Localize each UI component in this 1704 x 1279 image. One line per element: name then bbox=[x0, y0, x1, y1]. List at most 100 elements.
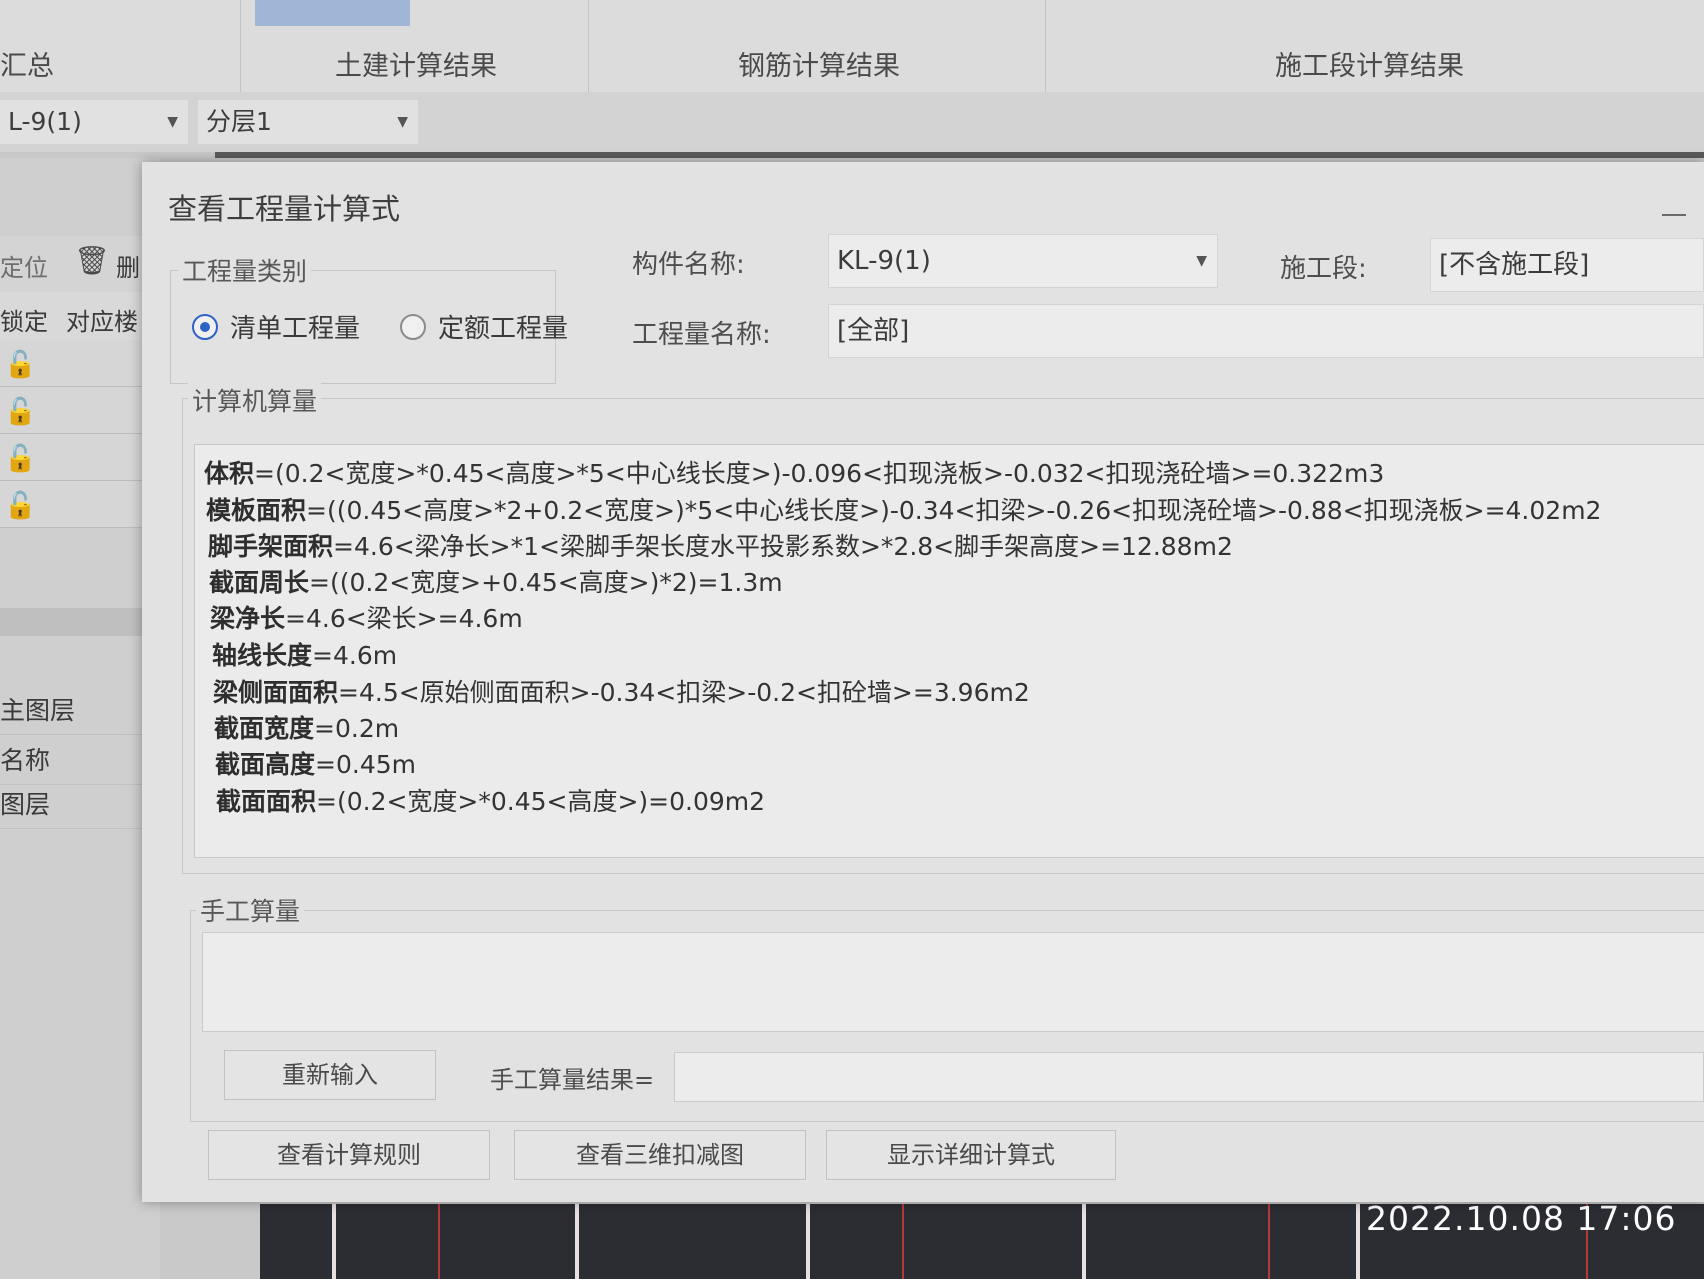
construction-section-label: 施工段: bbox=[1280, 254, 1367, 284]
formula-name: 截面周长 bbox=[209, 568, 310, 597]
axis-line bbox=[438, 1204, 440, 1279]
tab-rebar-results[interactable]: 钢筋计算结果 bbox=[738, 44, 900, 83]
formula-line: 轴线长度=4.6m bbox=[212, 636, 397, 672]
formula-name: 脚手架面积 bbox=[208, 532, 334, 561]
manual-result-label: 手工算量结果= bbox=[490, 1066, 655, 1094]
tab-divider bbox=[1045, 0, 1046, 92]
radio-selected-icon bbox=[192, 313, 218, 340]
formula-name: 截面面积 bbox=[216, 787, 317, 816]
quantity-formula-dialog: 查看工程量计算式 工程量类别 清单工程量 定额工程量 构件名称: KL-9(1)… bbox=[142, 162, 1704, 1202]
formula-name: 轴线长度 bbox=[212, 641, 313, 670]
radio-label: 定额工程量 bbox=[438, 314, 569, 344]
view-3d-deduction-button[interactable]: 查看三维扣减图 bbox=[514, 1130, 806, 1180]
axis-line bbox=[332, 1204, 336, 1279]
formula-expr: =4.5<原始侧面面积>-0.34<扣梁>-0.2<扣砼墙>=3.96m2 bbox=[338, 678, 1030, 707]
radio-label: 清单工程量 bbox=[230, 314, 361, 344]
dialog-title: 查看工程量计算式 bbox=[168, 192, 401, 226]
divider bbox=[215, 152, 1704, 158]
chevron-down-icon: ▼ bbox=[167, 114, 178, 130]
formula-name: 梁净长 bbox=[210, 604, 286, 633]
formula-expr: =4.6<梁净长>*1<梁脚手架长度水平投影系数>*2.8<脚手架高度>=12.… bbox=[333, 532, 1233, 561]
chevron-down-icon: ▼ bbox=[397, 114, 408, 130]
formula-line: 截面高度=0.45m bbox=[215, 745, 416, 781]
lock-icon[interactable]: 🔓 bbox=[4, 491, 36, 521]
construction-section-select[interactable]: [不含施工段] bbox=[1430, 238, 1704, 292]
component-name-value: KL-9(1) bbox=[837, 246, 931, 276]
lock-icon[interactable]: 🔓 bbox=[4, 350, 36, 380]
quantity-name-select[interactable]: [全部] bbox=[828, 304, 1704, 358]
tab-civil-results[interactable]: 土建计算结果 bbox=[335, 44, 497, 83]
component-name-label: 构件名称: bbox=[632, 250, 745, 280]
component-dropdown-value: L-9(1) bbox=[8, 107, 82, 136]
formula-name: 截面高度 bbox=[215, 750, 316, 779]
formula-name: 模板面积 bbox=[206, 496, 307, 525]
property-layer[interactable]: 图层 bbox=[0, 782, 160, 829]
table-row[interactable]: 🔓 bbox=[0, 340, 160, 387]
column-lock: 锁定 bbox=[0, 308, 48, 336]
quantity-name-value: [全部] bbox=[837, 316, 910, 346]
construction-section-value: [不含施工段] bbox=[1439, 250, 1590, 280]
column-floor: 对应楼 bbox=[66, 308, 138, 336]
computer-calc-label: 计算机算量 bbox=[188, 382, 322, 418]
formula-line: 模板面积=((0.45<高度>*2+0.2<宽度>)*5<中心线长度>)-0.3… bbox=[206, 491, 1601, 527]
show-detail-formula-button[interactable]: 显示详细计算式 bbox=[826, 1130, 1116, 1180]
photo-timestamp: 2022.10.08 17:06 bbox=[1366, 1199, 1677, 1238]
panel-divider bbox=[0, 608, 160, 636]
formula-line: 截面面积=(0.2<宽度>*0.45<高度>)=0.09m2 bbox=[216, 782, 765, 818]
property-name[interactable]: 名称 bbox=[0, 738, 160, 785]
axis-line bbox=[1082, 1204, 1086, 1279]
component-dropdown[interactable]: L-9(1) ▼ bbox=[0, 100, 188, 144]
formula-line: 梁侧面面积=4.5<原始侧面面积>-0.34<扣梁>-0.2<扣砼墙>=3.96… bbox=[213, 673, 1030, 709]
left-panel: 定位 🗑 删 锁定 对应楼 🔓 🔓 🔓 🔓 主图层 名称 图层 bbox=[0, 158, 160, 1279]
axis-line bbox=[1268, 1204, 1270, 1279]
active-tab-indicator bbox=[255, 0, 410, 26]
formula-line: 体积=(0.2<宽度>*0.45<高度>*5<中心线长度>)-0.096<扣现浇… bbox=[204, 454, 1384, 490]
lock-icon[interactable]: 🔓 bbox=[4, 397, 36, 427]
trash-icon[interactable]: 🗑 bbox=[74, 244, 110, 277]
tab-section-results[interactable]: 施工段计算结果 bbox=[1275, 44, 1464, 83]
locate-button[interactable]: 定位 bbox=[0, 248, 48, 283]
reinput-button[interactable]: 重新输入 bbox=[224, 1050, 436, 1100]
property-main-layer[interactable]: 主图层 bbox=[0, 688, 160, 735]
formula-expr: =((0.2<宽度>+0.45<高度>)*2)=1.3m bbox=[309, 568, 783, 597]
radio-quota-quantity[interactable]: 定额工程量 bbox=[400, 308, 568, 345]
formula-expr: =0.2m bbox=[314, 714, 400, 743]
table-row[interactable]: 🔓 bbox=[0, 481, 160, 528]
component-name-select[interactable]: KL-9(1) ▼ bbox=[828, 234, 1218, 288]
minimize-icon[interactable] bbox=[1662, 214, 1686, 216]
manual-calc-input[interactable] bbox=[202, 932, 1704, 1032]
tab-divider bbox=[240, 0, 241, 92]
formula-name: 截面宽度 bbox=[214, 714, 315, 743]
axis-line bbox=[902, 1204, 904, 1279]
formula-expr: =(0.2<宽度>*0.45<高度>*5<中心线长度>)-0.096<扣现浇板>… bbox=[254, 459, 1385, 488]
formula-expr: =(0.2<宽度>*0.45<高度>)=0.09m2 bbox=[316, 787, 766, 816]
tab-summary[interactable]: 汇总 bbox=[0, 44, 54, 83]
view-rules-button[interactable]: 查看计算规则 bbox=[208, 1130, 490, 1180]
chevron-down-icon: ▼ bbox=[1196, 253, 1207, 269]
lock-icon[interactable]: 🔓 bbox=[4, 444, 36, 474]
formula-line: 脚手架面积=4.6<梁净长>*1<梁脚手架长度水平投影系数>*2.8<脚手架高度… bbox=[208, 527, 1233, 563]
formula-expr: =4.6<梁长>=4.6m bbox=[285, 604, 523, 633]
table-row[interactable]: 🔓 bbox=[0, 387, 160, 434]
layer-dropdown-value: 分层1 bbox=[206, 107, 272, 136]
quantity-name-label: 工程量名称: bbox=[632, 320, 771, 350]
radio-bill-quantity[interactable]: 清单工程量 bbox=[192, 308, 360, 345]
manual-calc-label: 手工算量 bbox=[196, 892, 305, 928]
axis-line bbox=[575, 1204, 579, 1279]
delete-button[interactable]: 删 bbox=[116, 248, 140, 283]
layer-dropdown[interactable]: 分层1 ▼ bbox=[198, 100, 418, 144]
formula-name: 梁侧面面积 bbox=[213, 678, 339, 707]
left-panel-toolbar: 定位 🗑 删 bbox=[0, 236, 160, 292]
radio-unselected-icon bbox=[400, 313, 426, 340]
left-panel-header: 锁定 对应楼 bbox=[0, 292, 160, 341]
axis-line bbox=[806, 1204, 810, 1279]
tab-divider bbox=[588, 0, 589, 92]
formula-expr: =4.6m bbox=[312, 641, 398, 670]
formula-expr: =((0.45<高度>*2+0.2<宽度>)*5<中心线长度>)-0.34<扣梁… bbox=[306, 496, 1602, 525]
formula-line: 截面周长=((0.2<宽度>+0.45<高度>)*2)=1.3m bbox=[209, 563, 783, 599]
axis-line bbox=[1356, 1204, 1360, 1279]
formula-line: 截面宽度=0.2m bbox=[214, 709, 399, 745]
table-row[interactable]: 🔓 bbox=[0, 434, 160, 481]
quantity-type-label: 工程量类别 bbox=[178, 252, 312, 288]
manual-result-field[interactable] bbox=[674, 1052, 1704, 1102]
